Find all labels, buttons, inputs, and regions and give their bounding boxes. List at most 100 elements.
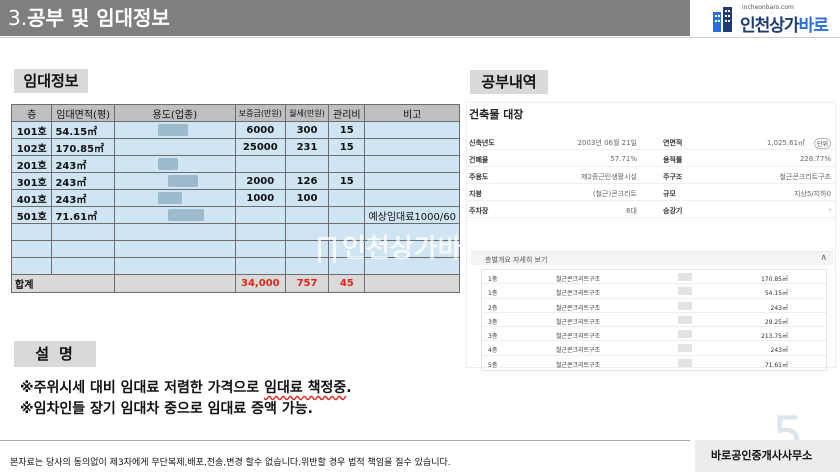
- floor-name: 5층: [488, 361, 498, 369]
- cell-deposit: [234, 257, 286, 275]
- cell-monthly: 300: [284, 121, 330, 139]
- cell-use: [113, 223, 236, 241]
- watermark-text: 인천상가바로: [342, 234, 486, 264]
- table-row: 301호 243㎡ 2000 126 15: [10, 172, 460, 190]
- floor-structure: 철근콘크리트구조: [556, 276, 601, 283]
- floor-overview-label: 층별개요 자세히 보기: [485, 256, 548, 264]
- register-row: 신축년도 2003년 06월 21일 연면적 1,025.61㎡ 단위: [467, 133, 835, 150]
- cell-area: 71.61㎡: [51, 206, 115, 224]
- cell-note: [364, 138, 460, 156]
- page-title: 3.공부 및 임대정보: [8, 4, 170, 32]
- table-row: 401호 243㎡ 1000 100: [10, 189, 460, 207]
- cell-note: [364, 189, 460, 207]
- description-line-1-suffix: .: [346, 380, 352, 396]
- description-line-1: ※주위시세 대비 임대료 저렴한 가격으로 임대료 책정중.: [20, 377, 352, 397]
- register-key: 규모: [663, 190, 676, 198]
- register-value: -: [828, 206, 831, 214]
- total-monthly: 757: [284, 274, 330, 293]
- cell-mgmt: 15: [328, 172, 366, 190]
- register-row: 주차장 6대 승강기 -: [467, 201, 835, 218]
- logo: incheonbaro.com 인천상가바로: [712, 4, 836, 36]
- cell-floor: 401호: [10, 189, 53, 207]
- floor-area: 243㎡: [770, 347, 788, 355]
- floor-area: 243㎡: [770, 304, 788, 312]
- col-note: 비고: [364, 104, 460, 122]
- table-row: 102호 170.85㎡ 25000 231 15: [10, 138, 460, 156]
- total-mgmt: 45: [328, 274, 366, 293]
- cell-use: [113, 138, 236, 156]
- floor-row: 1층 철근콘크리트구조 54.15㎡: [482, 284, 826, 299]
- cell-note: [364, 172, 460, 190]
- floor-structure: 철근콘크리트구조: [556, 333, 601, 341]
- register-key: 주차장: [469, 207, 489, 215]
- floor-overview-toggle[interactable]: 층별개요 자세히 보기 ∧: [471, 251, 833, 265]
- register-value: 228.77%: [799, 155, 831, 163]
- cell-deposit: 1000: [234, 189, 286, 207]
- redacted-use: [678, 330, 692, 339]
- table-row: 101호 54.15㎡ 6000 300 15: [10, 121, 460, 139]
- description-label: 설명: [14, 341, 96, 367]
- floor-row: 3층 철근콘크리트구조 29.25㎡: [482, 313, 826, 328]
- register-key: 신축년도: [469, 139, 495, 147]
- building-register-fields: 신축년도 2003년 06월 21일 연면적 1,025.61㎡ 단위건폐율 57.71%…: [467, 133, 835, 218]
- redacted-use: [678, 344, 692, 353]
- register-key: 승강기: [663, 207, 683, 215]
- chevron-up-icon[interactable]: ∧: [820, 253, 827, 263]
- cell-monthly: [284, 206, 330, 224]
- col-use: 용도(업종): [113, 104, 236, 122]
- cell-floor: [10, 257, 53, 275]
- cell-mgmt: [328, 155, 366, 173]
- cell-area: 243㎡: [51, 172, 115, 190]
- col-area: 임대면적(평): [51, 104, 115, 122]
- register-row: 지붕 (철근)콘크리트 규모 지상5/지하0: [467, 184, 835, 201]
- floor-structure: 철근콘크리트구조: [556, 290, 601, 298]
- register-value: 철근콘크리트구조: [779, 173, 831, 181]
- redacted-use: [157, 158, 178, 170]
- redacted-use: [157, 124, 188, 136]
- register-key: 지붕: [469, 190, 482, 198]
- cell-mgmt: [328, 206, 366, 224]
- table-row: 501호 71.61㎡ 예상임대료1000/60: [10, 206, 460, 224]
- cell-floor: [10, 223, 53, 241]
- company-name: 바로공인중개사사무소: [711, 449, 813, 462]
- cell-mgmt: [328, 189, 366, 207]
- company-box: 바로공인중개사사무소: [695, 440, 840, 472]
- cell-note: 예상임대료1000/60: [364, 206, 460, 224]
- header-divider: [0, 37, 840, 38]
- rental-table: 층 임대면적(평) 용도(업종) 보증금(만원) 월세(만원) 관리비 비고 1…: [10, 104, 460, 293]
- redacted-use: [167, 175, 198, 187]
- register-key: 건폐율: [469, 156, 489, 164]
- register-key: 주용도: [469, 173, 489, 181]
- total-row: 합계 34,000 757 45: [11, 274, 460, 293]
- floor-row: 4층 철근콘크리트구조 243㎡: [482, 341, 826, 356]
- floor-structure: 철근콘크리트구조: [556, 318, 601, 326]
- section-title: 공부 및 임대정보: [27, 6, 170, 30]
- redacted-use: [678, 301, 692, 310]
- logo-accent: 바로: [798, 16, 829, 36]
- building-register-panel: 건축물 대장 신축년도 2003년 06월 21일 연면적 1,025.61㎡ 단위 건폐…: [466, 102, 836, 372]
- cell-floor: 101호: [10, 121, 53, 139]
- total-note: [364, 274, 460, 293]
- cell-use: [113, 240, 236, 258]
- floor-area: 54.15㎡: [764, 290, 788, 298]
- header-band: 3.공부 및 임대정보: [0, 0, 690, 36]
- unit-toggle-button[interactable]: 단위: [813, 138, 831, 149]
- register-value: 지상5/지하0: [793, 190, 831, 198]
- floor-row: 1층 철근콘크리트구조 170.85㎡: [482, 270, 826, 285]
- floor-name: 4층: [488, 347, 498, 355]
- total-deposit: 34,000: [234, 274, 286, 293]
- floor-structure: 철근콘크리트구조: [556, 361, 601, 369]
- cell-area: 170.85㎡: [51, 138, 115, 156]
- cell-use: [113, 121, 236, 139]
- footer-disclaimer: 본자료는 당사의 동의없이 제3자에게 무단복제,배포,전송,변경 할수 없습니…: [10, 458, 451, 468]
- floor-area: 71.61㎡: [764, 361, 788, 369]
- rental-info-label: 임대정보: [14, 69, 88, 93]
- register-row: 건폐율 57.71% 용적률 228.77%: [467, 150, 835, 167]
- cell-deposit: 2000: [234, 172, 286, 190]
- cell-use: [113, 206, 236, 224]
- register-value: 57.71%: [610, 155, 637, 163]
- redacted-use: [167, 209, 204, 221]
- cell-floor: 201호: [10, 155, 53, 173]
- cell-monthly: 126: [284, 172, 330, 190]
- cell-deposit: [234, 206, 286, 224]
